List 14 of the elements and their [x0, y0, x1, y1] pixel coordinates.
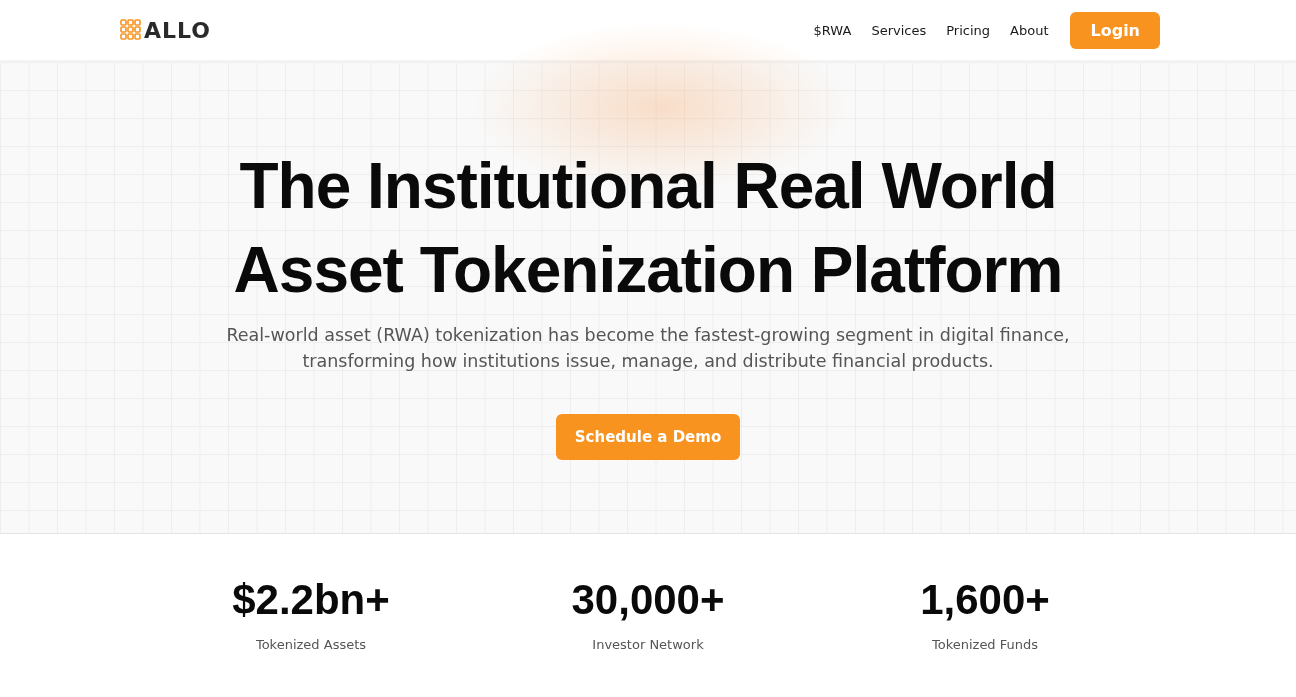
stat-value: $2.2bn+ — [232, 576, 390, 624]
logo-grid-icon — [120, 19, 142, 41]
hero-title: The Institutional Real World Asset Tokenization Platform — [233, 149, 1063, 308]
hero-subtitle: Real-world asset (RWA) tokenization has become the fastest-growing segment in digital finance, transforming how institutions issue, manage, and distribute financial products. — [225, 324, 1071, 373]
stat-value: 30,000+ — [571, 576, 725, 624]
stat-value: 1,600+ — [920, 576, 1050, 624]
nav-link[interactable]: Services — [871, 22, 927, 38]
stat-label: Investor Network — [592, 637, 704, 652]
nav-link[interactable]: Pricing — [946, 22, 991, 38]
stat-label: Tokenized Assets — [255, 637, 367, 652]
logo-text[interactable]: ALLO — [144, 17, 211, 43]
nav-link[interactable]: $RWA — [813, 22, 852, 38]
stat-label: Tokenized Funds — [931, 637, 1039, 652]
nav-link[interactable]: About — [1010, 22, 1049, 38]
